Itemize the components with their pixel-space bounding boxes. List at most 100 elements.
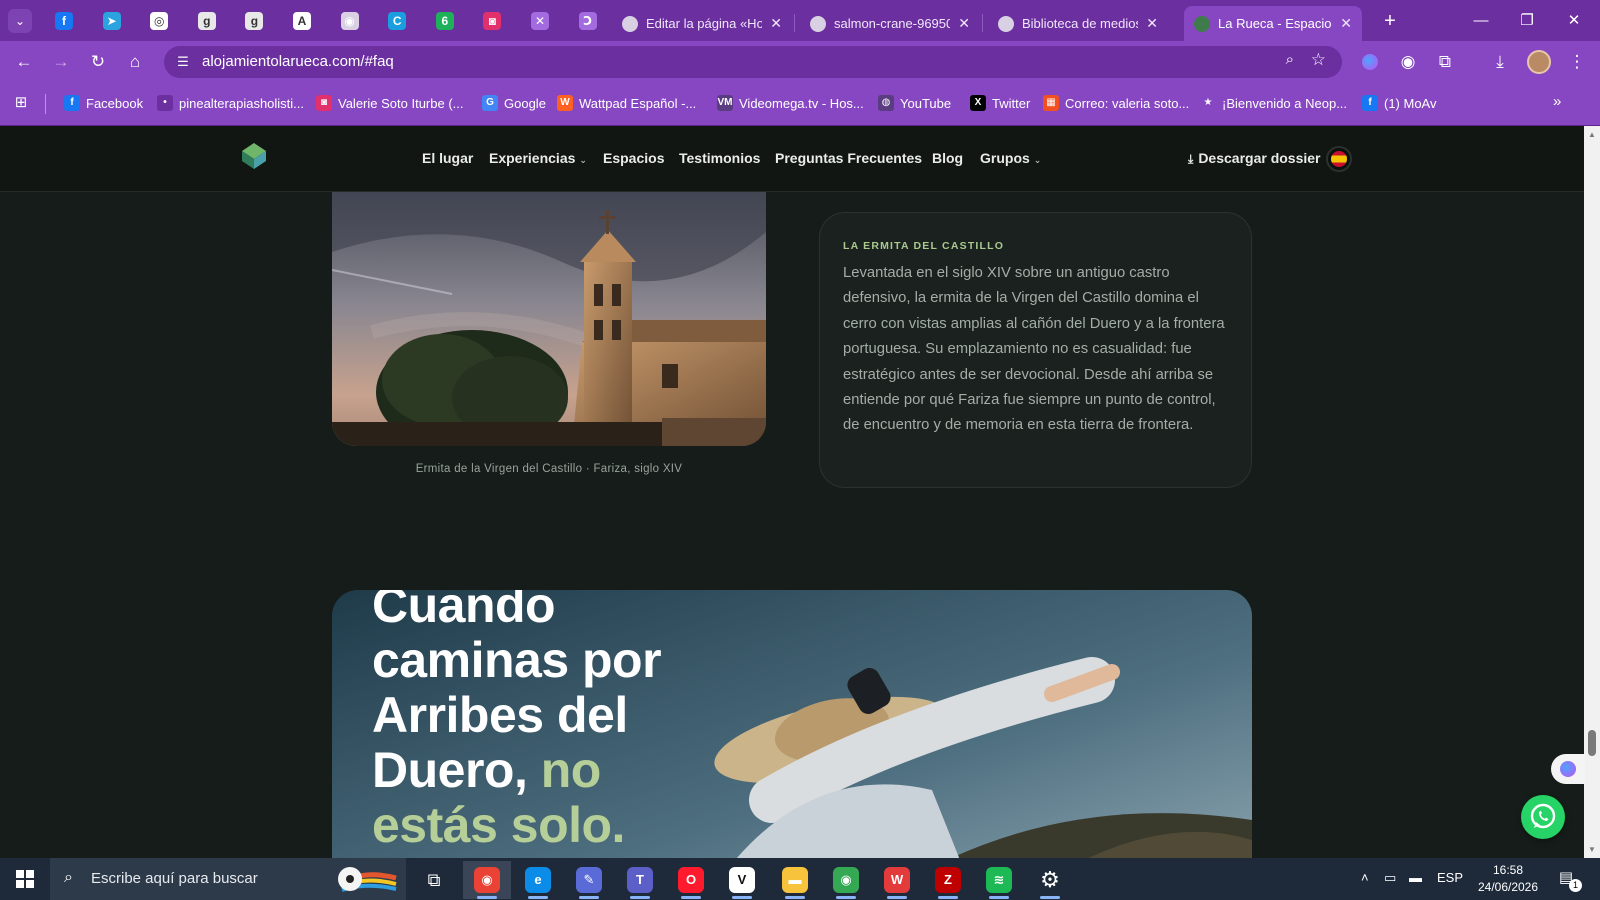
tab-title: salmon-crane-969505 xyxy=(834,16,951,31)
tab-la-rueca[interactable]: La Rueca - Espacio pa ✕ xyxy=(1184,6,1362,41)
taskbar-app-edge[interactable]: e xyxy=(514,861,562,899)
bookmark-star-icon[interactable]: ☆ xyxy=(1311,50,1326,70)
pinned-tab-favicon-icon: f xyxy=(55,12,73,30)
taskbar-search[interactable]: ⌕ Escribe aquí para buscar xyxy=(50,858,406,900)
start-button[interactable] xyxy=(0,858,50,900)
pinned-tab[interactable]: C xyxy=(385,9,409,33)
scrollbar-thumb[interactable] xyxy=(1588,730,1596,756)
bookmark-item[interactable]: f Facebook xyxy=(64,95,143,111)
tray-overflow-icon[interactable]: ˄ xyxy=(1361,870,1369,885)
task-view-button[interactable]: ⧉ xyxy=(410,861,458,899)
pinned-tab[interactable]: ◙ xyxy=(480,9,504,33)
bookmark-label: Valerie Soto Iturbe (... xyxy=(338,95,464,111)
close-tab-icon[interactable]: ✕ xyxy=(958,15,970,32)
page-scrollbar[interactable]: ▲ ▼ xyxy=(1584,126,1600,858)
url-text[interactable]: alojamientolarueca.com/#faq xyxy=(202,53,394,70)
pinned-tab[interactable]: A xyxy=(290,9,314,33)
taskbar-app-teams[interactable]: T xyxy=(616,861,664,899)
reload-icon[interactable]: ↻ xyxy=(85,49,111,75)
nav-item[interactable]: Experiencias ⌄ xyxy=(489,150,587,166)
zoom-icon[interactable]: ⌕ xyxy=(1286,51,1294,68)
bookmark-item[interactable]: G Google xyxy=(482,95,546,111)
nav-item[interactable]: Preguntas Frecuentes xyxy=(775,150,922,166)
nav-item[interactable]: Blog xyxy=(932,150,963,166)
bookmark-item[interactable]: VM Videomega.tv - Hos... xyxy=(717,95,864,111)
bookmark-item[interactable]: ★ ¡Bienvenido a Neop... xyxy=(1200,95,1347,111)
pinned-tab[interactable]: g xyxy=(242,9,266,33)
download-icon[interactable]: ⤓ xyxy=(1487,49,1513,75)
forward-icon[interactable]: → xyxy=(48,49,74,75)
nav-item[interactable]: Espacios xyxy=(603,150,664,166)
taskbar-app-paint[interactable]: ✎ xyxy=(565,861,613,899)
pinned-tab[interactable]: ➤ xyxy=(100,9,124,33)
copilot-sidebar-button[interactable] xyxy=(1551,754,1585,784)
language-selector-spain-flag[interactable] xyxy=(1326,146,1352,172)
taskbar-app-filezilla[interactable]: Z xyxy=(924,861,972,899)
nav-item-label: Espacios xyxy=(603,150,665,166)
apps-grid-icon[interactable]: ⊞ xyxy=(12,94,30,112)
bookmark-item[interactable]: X Twitter xyxy=(970,95,1030,111)
tab-biblioteca-medios[interactable]: Biblioteca de medios ✕ xyxy=(988,6,1168,41)
bookmark-item[interactable]: ◍ YouTube xyxy=(878,95,951,111)
minimize-button[interactable]: — xyxy=(1458,0,1504,41)
pinned-tab[interactable]: g xyxy=(195,9,219,33)
screenshot-extension-icon[interactable]: ◉ xyxy=(1395,49,1421,75)
pinned-tab[interactable]: ◎ xyxy=(147,9,171,33)
whatsapp-icon xyxy=(1530,803,1556,829)
taskbar-app-chrome-2[interactable]: ◉ xyxy=(822,861,870,899)
home-icon[interactable]: ⌂ xyxy=(122,49,148,75)
profile-avatar[interactable] xyxy=(1527,50,1551,74)
notifications-button[interactable]: ▤ 1 xyxy=(1554,868,1582,892)
scroll-up-arrow-icon[interactable]: ▲ xyxy=(1588,130,1596,139)
clock[interactable]: 16:58 24/06/2026 xyxy=(1472,862,1544,896)
language-indicator[interactable]: ESP xyxy=(1437,870,1463,885)
pinned-tab[interactable]: ◉ xyxy=(338,9,362,33)
bookmark-item[interactable]: • pinealterapiasholisti... xyxy=(157,95,304,111)
close-tab-icon[interactable]: ✕ xyxy=(1340,15,1352,32)
battery-icon[interactable]: ▬ xyxy=(1409,870,1422,885)
close-tab-icon[interactable]: ✕ xyxy=(770,15,782,32)
bookmark-favicon-icon: f xyxy=(1362,95,1378,111)
pinned-tab[interactable]: 6 xyxy=(433,9,457,33)
tab-salmon-crane[interactable]: salmon-crane-969505 ✕ xyxy=(800,6,980,41)
maximize-button[interactable]: ❐ xyxy=(1504,0,1550,41)
taskbar-app-wps[interactable]: W xyxy=(873,861,921,899)
search-highlight-soccer-icon xyxy=(338,867,397,892)
hero-line: caminas por xyxy=(372,632,662,688)
bookmark-item[interactable]: f (1) MoAv xyxy=(1362,95,1437,111)
taskbar-app-file-explorer[interactable]: ▬ xyxy=(771,861,819,899)
tab-search-icon[interactable]: ⌄ xyxy=(8,9,32,33)
download-dossier-link[interactable]: ⤓ Descargar dossier xyxy=(1188,150,1321,167)
whatsapp-button[interactable] xyxy=(1521,795,1565,839)
copilot-icon[interactable] xyxy=(1357,49,1383,75)
close-window-button[interactable]: ✕ xyxy=(1552,0,1596,41)
nav-item[interactable]: El lugar xyxy=(422,150,473,166)
taskbar-app-settings[interactable]: ⚙ xyxy=(1026,861,1074,899)
close-tab-icon[interactable]: ✕ xyxy=(1146,15,1158,32)
extensions-icon[interactable]: ⧉ xyxy=(1432,49,1458,75)
taskbar-app-spotify[interactable]: ≋ xyxy=(975,861,1023,899)
taskbar-app-v-app[interactable]: V xyxy=(718,861,766,899)
scroll-down-arrow-icon[interactable]: ▼ xyxy=(1588,845,1596,854)
pinned-tab[interactable]: Ↄ xyxy=(576,9,600,33)
bookmark-item[interactable]: W Wattpad Español -... xyxy=(557,95,696,111)
tab-editar-pagina[interactable]: Editar la página «Hor ✕ xyxy=(612,6,792,41)
site-info-icon[interactable]: ☰ xyxy=(172,52,194,72)
nav-item[interactable]: Grupos ⌄ xyxy=(980,150,1041,166)
bookmark-item[interactable]: ◙ Valerie Soto Iturbe (... xyxy=(316,95,464,111)
bookmarks-overflow-icon[interactable]: » xyxy=(1553,93,1561,110)
new-tab-button[interactable]: + xyxy=(1378,9,1402,33)
nav-item[interactable]: Testimonios xyxy=(679,150,760,166)
network-icon[interactable]: ▭ xyxy=(1384,870,1396,886)
tab-title: La Rueca - Espacio pa xyxy=(1218,16,1332,31)
la-rueca-logo[interactable] xyxy=(240,141,268,173)
pinned-tab[interactable]: f xyxy=(52,9,76,33)
menu-kebab-icon[interactable]: ⋮ xyxy=(1564,49,1590,75)
taskbar-app-chrome[interactable]: ◉ xyxy=(463,861,511,899)
taskbar-app-opera[interactable]: O xyxy=(667,861,715,899)
bookmark-item[interactable]: ▦ Correo: valeria soto... xyxy=(1043,95,1189,111)
pinned-tab[interactable]: ✕ xyxy=(528,9,552,33)
card-body: Levantada en el siglo XIV sobre un antig… xyxy=(843,265,1225,434)
back-icon[interactable]: ← xyxy=(11,49,37,75)
address-bar[interactable]: ☰ alojamientolarueca.com/#faq ⌕ ☆ xyxy=(164,46,1342,78)
